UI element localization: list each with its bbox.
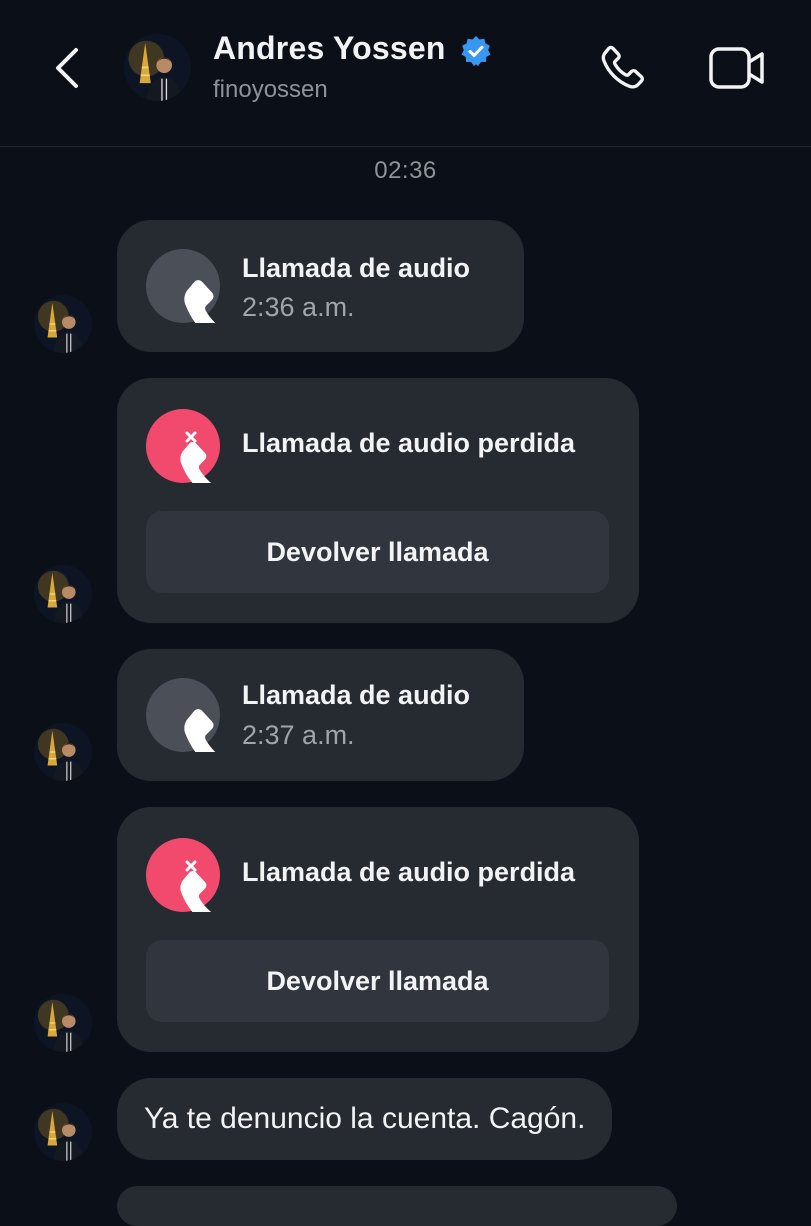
video-camera-icon xyxy=(706,42,768,94)
call-title: Llamada de audio perdida xyxy=(242,857,576,887)
missed-call-icon xyxy=(146,838,220,912)
missed-call-bubble[interactable]: Llamada de audio perdida Devolver llamad… xyxy=(117,807,639,1052)
call-back-button[interactable]: Devolver llamada xyxy=(146,511,609,593)
avatar[interactable] xyxy=(34,723,92,781)
video-call-button[interactable] xyxy=(706,42,768,94)
call-back-button[interactable]: Devolver llamada xyxy=(146,940,609,1022)
avatar[interactable] xyxy=(34,295,92,353)
phone-icon xyxy=(146,249,220,323)
chevron-left-icon xyxy=(48,44,88,92)
call-title: Llamada de audio perdida xyxy=(242,428,576,458)
call-title: Llamada de audio xyxy=(242,680,471,710)
audio-call-bubble[interactable]: Llamada de audio 2:37 a.m. xyxy=(117,649,524,781)
chat-timestamp: 02:36 xyxy=(374,157,437,184)
audio-call-button[interactable] xyxy=(594,42,648,96)
avatar[interactable] xyxy=(34,565,92,623)
back-button[interactable] xyxy=(48,44,88,92)
contact-name[interactable]: Andres Yossen xyxy=(213,30,446,67)
verified-badge-icon xyxy=(460,35,492,67)
chat-header: Andres Yossen finoyossen xyxy=(0,0,811,147)
call-time: 2:36 a.m. xyxy=(242,292,355,322)
next-message-bubble[interactable] xyxy=(117,1186,677,1226)
contact-username: finoyossen xyxy=(213,76,328,103)
call-title: Llamada de audio xyxy=(242,253,471,283)
audio-call-bubble[interactable]: Llamada de audio 2:36 a.m. xyxy=(117,220,524,352)
missed-call-icon xyxy=(146,409,220,483)
avatar[interactable] xyxy=(34,1103,92,1161)
phone-icon xyxy=(594,42,648,96)
phone-icon xyxy=(146,678,220,752)
text-message-bubble[interactable]: Ya te denuncio la cuenta. Cagón. xyxy=(117,1078,613,1160)
avatar[interactable] xyxy=(124,34,191,101)
call-time: 2:37 a.m. xyxy=(242,720,355,750)
avatar[interactable] xyxy=(34,994,92,1052)
missed-call-bubble[interactable]: Llamada de audio perdida Devolver llamad… xyxy=(117,378,639,623)
